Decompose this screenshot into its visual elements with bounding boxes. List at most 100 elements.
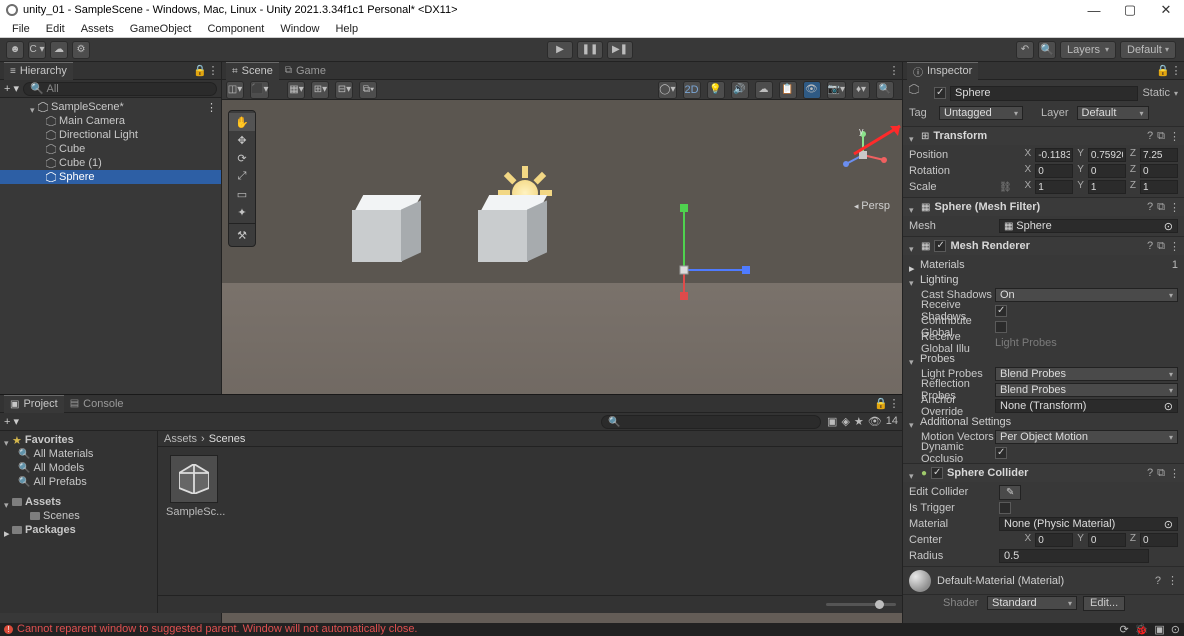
inspector-lock-icon[interactable]: 🔒 (1156, 64, 1168, 77)
layout-dropdown[interactable]: Default▾ (1120, 41, 1176, 59)
move-tool[interactable]: ✥ (229, 131, 255, 149)
menu-component[interactable]: Component (199, 23, 272, 35)
shader-dropdown[interactable]: Standard▾ (987, 596, 1077, 610)
pos-z[interactable] (1140, 148, 1178, 162)
drawmode-button[interactable]: ◯▾ (658, 81, 676, 99)
material-help-icon[interactable]: ? (1155, 575, 1161, 587)
fx-toggle[interactable]: ☁ (755, 81, 773, 99)
scene-tab[interactable]: ⌗Scene (226, 62, 279, 80)
gizmos-dropdown[interactable]: ♦▾ (852, 81, 870, 99)
hierarchy-lock-icon[interactable]: 🔒 (193, 64, 205, 77)
hierarchy-node[interactable]: Cube (0, 142, 221, 156)
snap-rotation-button[interactable]: ⧉▾ (359, 81, 377, 99)
menu-file[interactable]: File (4, 23, 38, 35)
scale-link-icon[interactable]: ⛓ (999, 182, 1012, 193)
rot-y[interactable] (1088, 164, 1126, 178)
hierarchy-node[interactable]: Directional Light (0, 128, 221, 142)
help-icon[interactable]: ? (1147, 130, 1153, 143)
persp-label[interactable]: ◂ Persp (854, 200, 890, 212)
cloud-button[interactable]: ☁ (50, 41, 68, 59)
is-trigger-check[interactable] (999, 502, 1011, 514)
cast-shadows-dropdown[interactable]: On▾ (995, 288, 1178, 302)
game-tab[interactable]: ⧉Game (279, 63, 332, 79)
favorite-item[interactable]: 🔍 All Models (0, 461, 157, 475)
filter-type-icon[interactable]: ▣ (827, 415, 837, 428)
scale-tool[interactable]: ⤢ (229, 167, 255, 185)
favorite-item[interactable]: 🔍 All Materials (0, 447, 157, 461)
filter-label-icon[interactable]: ◈ (841, 415, 849, 428)
status-message[interactable]: Cannot reparent window to suggested pare… (17, 623, 418, 635)
minimize-button[interactable]: — (1076, 0, 1112, 20)
scene-menu-icon[interactable]: ⋮ (888, 64, 900, 77)
project-tab[interactable]: ▣Project (4, 395, 64, 413)
undo-history-button[interactable]: ↶ (1016, 41, 1034, 59)
pause-button[interactable]: ❚❚ (577, 41, 603, 59)
snap-grid-button[interactable]: ▦▾ (287, 81, 305, 99)
plastic-button[interactable]: C ▾ (28, 41, 46, 59)
console-tab[interactable]: ▤Console (64, 396, 130, 412)
close-button[interactable]: ✕ (1148, 0, 1184, 20)
move-gizmo[interactable] (676, 200, 766, 310)
transform-tool[interactable]: ✦ (229, 203, 255, 221)
status-progress-icon[interactable]: ⟳ (1119, 623, 1128, 636)
menu-help[interactable]: Help (327, 23, 366, 35)
collider-toggle[interactable] (931, 467, 943, 479)
scl-x[interactable] (1035, 180, 1073, 194)
snap-incr-button[interactable]: ⊞▾ (311, 81, 329, 99)
scl-y[interactable] (1088, 180, 1126, 194)
rot-z[interactable] (1140, 164, 1178, 178)
dynamic-occlusion-check[interactable] (995, 447, 1007, 459)
asset-item[interactable]: SampleSc... (166, 455, 222, 518)
breadcrumb-assets[interactable]: Assets (164, 433, 197, 445)
status-sync-icon[interactable]: ⊙ (1171, 623, 1180, 636)
hierarchy-node[interactable]: Main Camera (0, 114, 221, 128)
pos-y[interactable] (1088, 148, 1126, 162)
hierarchy-menu-icon[interactable]: ⋮ (207, 64, 219, 77)
menu-assets[interactable]: Assets (73, 23, 122, 35)
layer-dropdown[interactable]: Default▾ (1077, 106, 1149, 120)
play-button[interactable]: ▶ (547, 41, 573, 59)
status-build-icon[interactable]: ▣ (1154, 623, 1164, 636)
hierarchy-add-button[interactable]: + ▾ (4, 82, 19, 95)
pivot-button[interactable]: ◫▾ (226, 81, 244, 99)
account-button[interactable]: ☻ (6, 41, 24, 59)
edit-collider-button[interactable]: ✎ (999, 485, 1021, 500)
badge-icon[interactable]: 📋 (779, 81, 797, 99)
favorite-item[interactable]: 🔍 All Prefabs (0, 475, 157, 489)
2d-toggle[interactable]: 2D (683, 81, 701, 99)
hierarchy-node[interactable]: Cube (1) (0, 156, 221, 170)
contribute-gi-check[interactable] (995, 321, 1007, 333)
active-checkbox[interactable] (934, 87, 946, 99)
audio-toggle[interactable]: 🔊 (731, 81, 749, 99)
status-bug-icon[interactable]: 🐞 (1135, 623, 1149, 636)
menu-gameobject[interactable]: GameObject (122, 23, 200, 35)
camera-button[interactable]: 📷▾ (827, 81, 846, 99)
material-edit-button[interactable]: Edit... (1083, 596, 1125, 611)
hierarchy-node-selected[interactable]: Sphere (0, 170, 221, 184)
rect-tool[interactable]: ▭ (229, 185, 255, 203)
maximize-button[interactable]: ▢ (1112, 0, 1148, 20)
anchor-override-field[interactable]: None (Transform)⊙ (995, 399, 1178, 413)
inspector-tab[interactable]: ⓘInspector (907, 62, 978, 80)
snap-toggle-button[interactable]: ⊟▾ (335, 81, 353, 99)
rotate-tool[interactable]: ⟳ (229, 149, 255, 167)
scene-search-button[interactable]: 🔍 (876, 81, 894, 99)
project-add-button[interactable]: + ▾ (4, 415, 19, 428)
center-x[interactable] (1035, 533, 1073, 547)
hierarchy-search[interactable]: 🔍 All (23, 82, 217, 96)
reflection-probes-dropdown[interactable]: Blend Probes▾ (995, 383, 1178, 397)
scene-menu-icon[interactable]: ⋮ (206, 101, 217, 114)
pos-x[interactable] (1035, 148, 1073, 162)
scenes-folder[interactable]: Scenes (0, 509, 157, 523)
hierarchy-tab[interactable]: ≡ Hierarchy (4, 62, 73, 80)
thumbnail-size-slider[interactable] (826, 603, 896, 606)
rot-x[interactable] (1035, 164, 1073, 178)
custom-tool[interactable]: ⚒ (229, 226, 255, 244)
search-global-button[interactable]: 🔍 (1038, 41, 1056, 59)
thumbnail-size-knob[interactable] (875, 600, 884, 609)
packages-folder[interactable]: ▸Packages (0, 523, 157, 537)
project-menu-icon[interactable]: ⋮ (888, 397, 900, 410)
cube-object[interactable] (352, 195, 422, 267)
menu-edit[interactable]: Edit (38, 23, 73, 35)
scene-row[interactable]: SampleScene* ⋮ (0, 100, 221, 114)
